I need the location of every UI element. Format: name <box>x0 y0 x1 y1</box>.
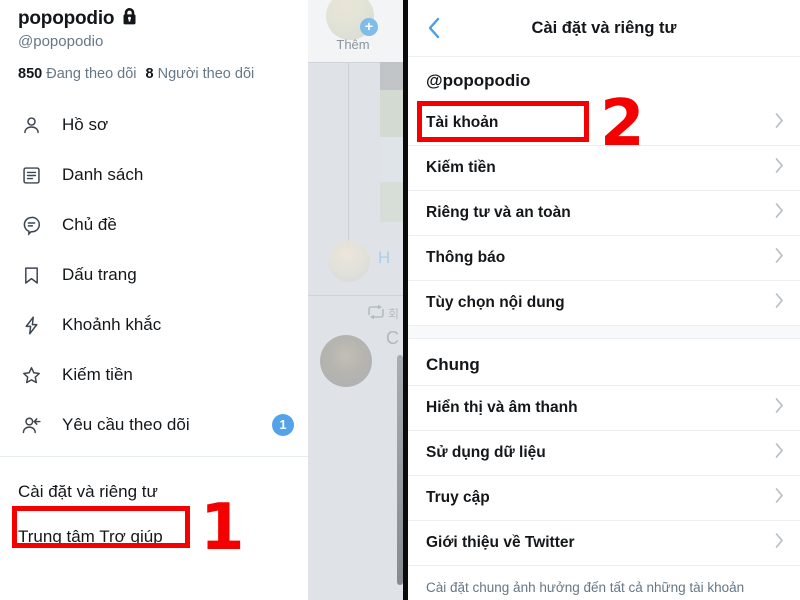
moment-bolt-icon <box>18 312 44 338</box>
page-title: Cài đặt và riêng tư <box>531 18 677 37</box>
follow-request-icon <box>18 412 44 438</box>
profile-name-row: popopodio <box>18 8 290 30</box>
drawer-divider <box>0 456 308 457</box>
settings-row-privacy-safety[interactable]: Riêng tư và an toàn <box>408 190 800 235</box>
sidebar-item-settings-privacy[interactable]: Cài đặt và riêng tư <box>0 469 308 514</box>
background-media-strip <box>380 62 403 242</box>
following-label[interactable]: Đang theo dõi <box>46 66 136 82</box>
settings-row-label: Thông báo <box>426 249 506 266</box>
background-partial-text-h: H <box>378 248 391 267</box>
following-count[interactable]: 850 <box>18 66 42 82</box>
settings-row-data-usage[interactable]: Sử dụng dữ liệu <box>408 430 800 475</box>
sidebar-item-lists[interactable]: Danh sách <box>0 150 308 200</box>
chevron-right-icon <box>775 488 784 509</box>
person-icon <box>18 112 44 138</box>
chevron-right-icon <box>775 398 784 419</box>
right-screenshot: Cài đặt và riêng tư @popopodio Tài khoản… <box>408 0 800 600</box>
profile-block: popopodio @popopodio 850 Đang theo dõi 8 <box>0 0 308 82</box>
retweet-icon <box>366 304 386 320</box>
sidebar-item-label: Dấu trang <box>62 265 137 284</box>
settings-row-label: Tùy chọn nội dung <box>426 294 565 311</box>
settings-row-content-preferences[interactable]: Tùy chọn nội dung <box>408 280 800 325</box>
chevron-right-icon <box>775 203 784 224</box>
settings-row-label: Hiển thị và âm thanh <box>426 399 578 416</box>
background-retweet-text: 회 <box>388 307 400 321</box>
navigation-drawer: popopodio @popopodio 850 Đang theo dõi 8 <box>0 0 308 600</box>
account-section-heading: @popopodio <box>426 71 531 90</box>
sidebar-item-monetization[interactable]: Kiếm tiền <box>0 350 308 400</box>
followers-count[interactable]: 8 <box>146 66 154 82</box>
sidebar-item-follow-requests[interactable]: Yêu cầu theo dõi 1 <box>0 400 308 450</box>
sidebar-item-label: Hồ sơ <box>62 115 109 134</box>
profile-display-name: popopodio <box>18 8 115 29</box>
profile-handle: @popopodio <box>18 33 104 50</box>
background-thread-line <box>348 62 349 247</box>
chevron-right-icon <box>775 443 784 464</box>
topics-icon <box>18 212 44 238</box>
plus-circle-icon: + <box>360 18 378 36</box>
settings-row-label: Riêng tư và an toàn <box>426 204 571 221</box>
sidebar-item-profile[interactable]: Hồ sơ <box>0 100 308 150</box>
sidebar-item-label: Danh sách <box>62 165 144 184</box>
chevron-right-icon <box>775 248 784 269</box>
star-icon <box>18 362 44 388</box>
settings-header: Cài đặt và riêng tư <box>408 0 800 57</box>
sidebar-item-topics[interactable]: Chủ đề <box>0 200 308 250</box>
chevron-right-icon <box>775 533 784 554</box>
settings-row-label: Giới thiệu về Twitter <box>426 534 575 551</box>
settings-row-accessibility[interactable]: Truy cập <box>408 475 800 520</box>
profile-stats: 850 Đang theo dõi 8 Người theo dõi <box>18 66 290 82</box>
sidebar-item-label: Chủ đề <box>62 215 117 234</box>
sidebar-item-label: Yêu cầu theo dõi <box>62 415 190 434</box>
screenshot-root: + Thêm H 회 C popopodio @popopodio 850 Đa… <box>0 0 800 600</box>
chevron-right-icon <box>775 113 784 134</box>
settings-row-notifications[interactable]: Thông báo <box>408 235 800 280</box>
sidebar-item-bookmarks[interactable]: Dấu trang <box>0 250 308 300</box>
settings-row-account[interactable]: Tài khoản <box>408 101 800 145</box>
background-partial-text-c: C <box>386 328 399 348</box>
settings-row-label: Truy cập <box>426 489 490 506</box>
followers-label[interactable]: Người theo dõi <box>158 66 255 82</box>
settings-row-label: Sử dụng dữ liệu <box>426 444 546 461</box>
general-section-heading: Chung <box>426 355 480 374</box>
general-section-note: Cài đặt chung ảnh hưởng đến tất cả những… <box>408 565 800 600</box>
settings-row-display-sound[interactable]: Hiển thị và âm thanh <box>408 385 800 430</box>
sidebar-item-label: Kiếm tiền <box>62 365 133 384</box>
left-screenshot: + Thêm H 회 C popopodio @popopodio 850 Đa… <box>0 0 403 600</box>
chevron-right-icon <box>775 158 784 179</box>
settings-row-label: Tài khoản <box>426 114 499 131</box>
chevron-right-icon <box>775 293 784 314</box>
background-divider <box>308 295 403 296</box>
background-more-label: Thêm <box>336 37 370 52</box>
drawer-menu-list: Hồ sơ Danh sách Chủ đề Dấu trang Khoảnh … <box>0 100 308 450</box>
list-icon <box>18 162 44 188</box>
settings-row-about-twitter[interactable]: Giới thiệu về Twitter <box>408 520 800 565</box>
background-avatar-mid <box>328 240 370 282</box>
section-gap <box>408 325 800 339</box>
sidebar-item-label: Khoảnh khắc <box>62 315 162 334</box>
settings-row-monetization[interactable]: Kiếm tiền <box>408 145 800 190</box>
bookmark-icon <box>18 262 44 288</box>
lock-icon <box>122 8 137 30</box>
background-avatar-cat <box>320 335 372 387</box>
background-timeline: + Thêm H 회 C <box>308 0 403 600</box>
settings-row-label: Kiếm tiền <box>426 159 496 176</box>
sidebar-item-moments[interactable]: Khoảnh khắc <box>0 300 308 350</box>
status-badge: 1 <box>272 414 294 436</box>
chevron-left-icon[interactable] <box>418 12 450 44</box>
sidebar-item-help-center[interactable]: Trung tâm Trợ giúp <box>0 514 308 559</box>
